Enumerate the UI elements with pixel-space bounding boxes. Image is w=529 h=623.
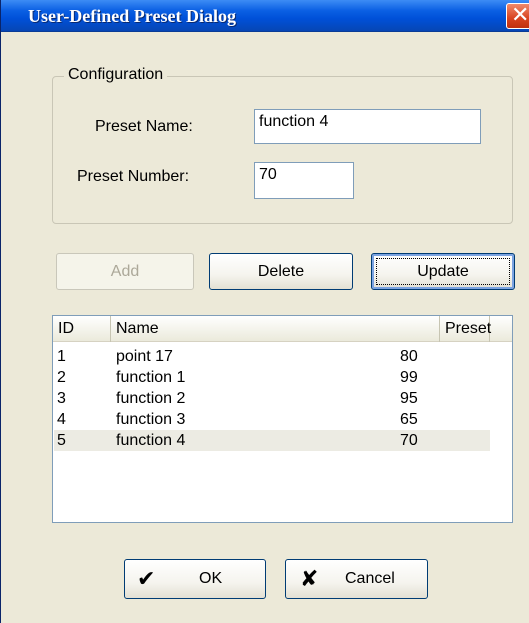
row-id: 5 [57,432,66,449]
ok-button-label: OK [199,570,223,587]
column-header-id[interactable]: ID [53,316,111,342]
row-id: 3 [57,390,66,407]
row-name: point 17 [116,348,173,365]
preset-number-input[interactable]: 70 [254,162,354,199]
focus-ring [376,258,510,285]
preset-name-input[interactable]: function 4 [254,109,481,144]
list-header: ID Name Preset [53,316,512,342]
row-name: function 4 [116,432,186,449]
window-title: User-Defined Preset Dialog [28,6,236,26]
configuration-legend: Configuration [64,66,168,84]
cancel-button-label: Cancel [345,570,395,587]
row-id: 4 [57,411,66,428]
add-button[interactable]: Add [56,253,194,290]
row-preset: 95 [400,390,418,407]
row-preset: 65 [400,411,418,428]
delete-button[interactable]: Delete [209,253,353,290]
title-bar[interactable]: User-Defined Preset Dialog ✕ [1,0,529,32]
row-preset: 99 [400,369,418,386]
row-id: 2 [57,369,66,386]
row-preset: 80 [400,348,418,365]
list-row-4[interactable]: 4 function 3 65 [54,409,490,430]
list-row-3[interactable]: 3 function 2 95 [54,388,490,409]
list-row-1[interactable]: 1 point 17 80 [54,346,490,367]
configuration-group [52,76,513,224]
preset-list[interactable]: ID Name Preset 1 point 17 80 2 function … [52,315,513,523]
preset-name-label: Preset Name: [95,118,193,135]
column-header-preset[interactable]: Preset [440,316,491,342]
column-header-name[interactable]: Name [111,316,440,342]
checkmark-icon: ✔ [137,566,156,591]
row-name: function 2 [116,390,186,407]
x-mark-icon: ✘ [300,566,319,591]
preset-number-label: Preset Number: [77,168,190,185]
row-name: function 3 [116,411,186,428]
close-icon: ✕ [511,3,529,28]
ok-button[interactable]: ✔ OK [124,559,266,599]
update-button[interactable]: Update [371,253,515,290]
cancel-button[interactable]: ✘ Cancel [285,559,428,599]
row-id: 1 [57,348,66,365]
row-name: function 1 [116,369,186,386]
list-row-5[interactable]: 5 function 4 70 [54,430,490,451]
dialog-window: User-Defined Preset Dialog ✕ Configurati… [0,0,529,623]
close-button[interactable]: ✕ [506,3,529,29]
list-row-2[interactable]: 2 function 1 99 [54,367,490,388]
row-preset: 70 [400,432,418,449]
